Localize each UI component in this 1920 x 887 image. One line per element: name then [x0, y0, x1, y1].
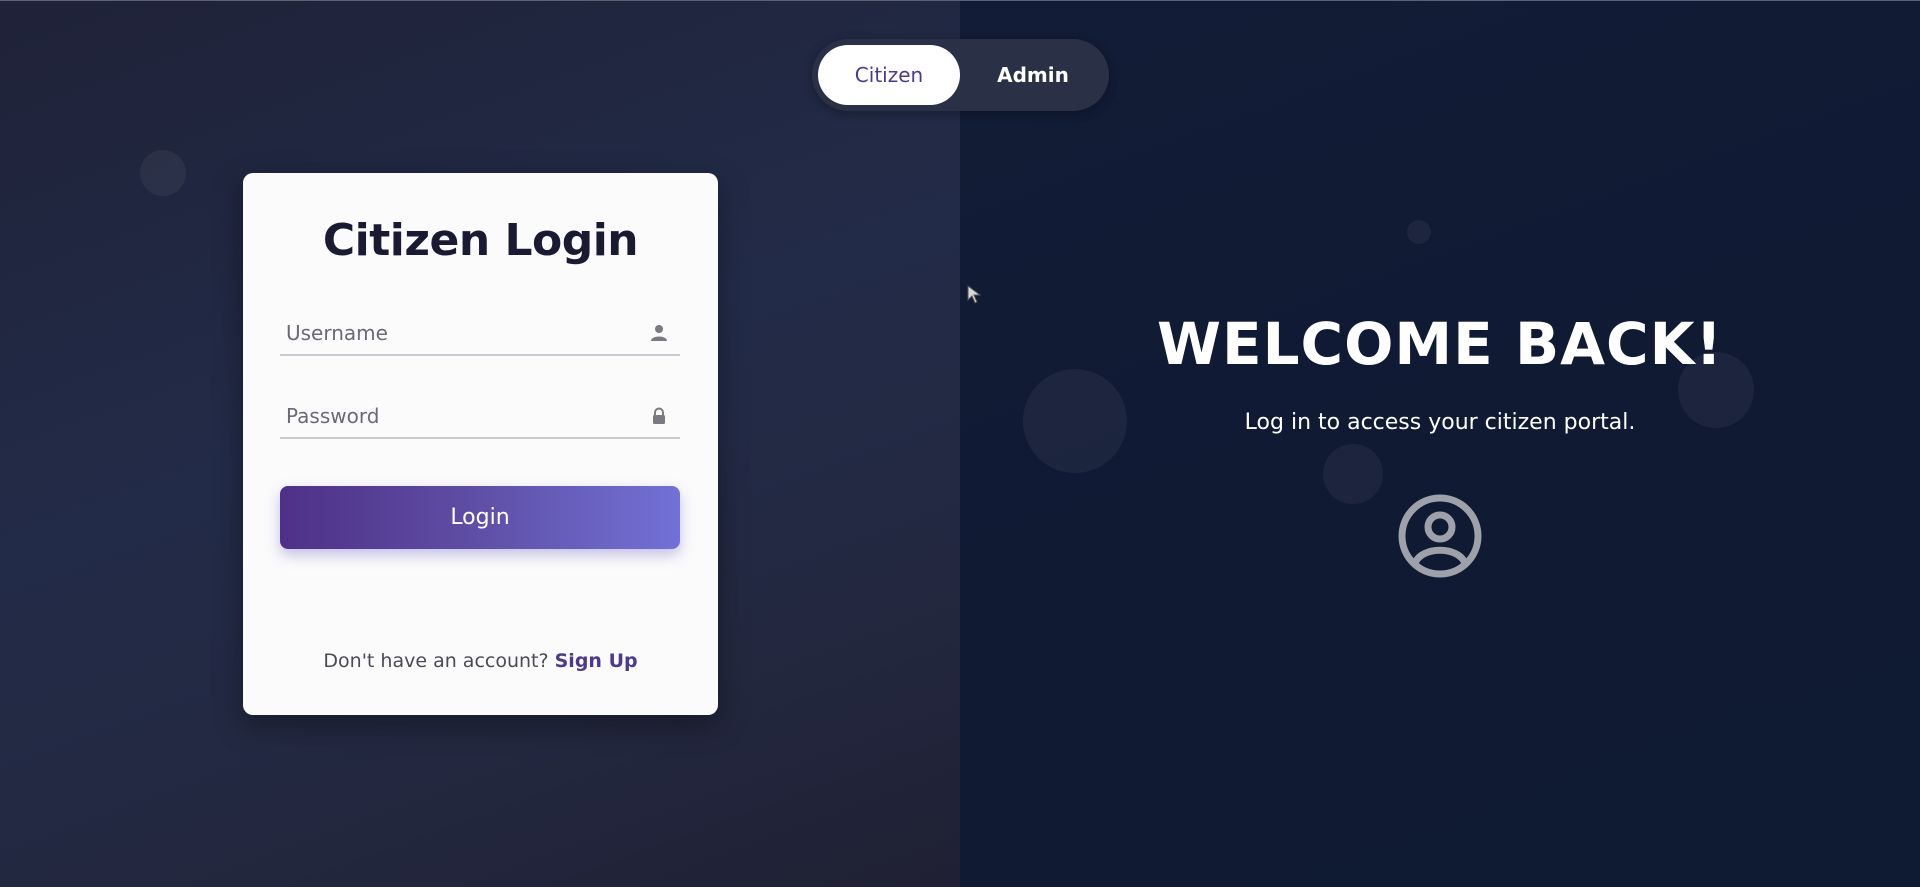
password-field	[280, 395, 680, 439]
login-title: Citizen Login	[322, 215, 639, 266]
admin-tab[interactable]: Admin	[962, 45, 1104, 105]
decorative-bubble	[140, 150, 186, 196]
user-circle-icon	[1398, 494, 1482, 578]
signup-row: Don't have an account? Sign Up	[243, 650, 718, 672]
decorative-bubble	[1407, 220, 1431, 244]
right-panel	[960, 0, 1920, 887]
login-card: Citizen Login Login Don't have an accoun…	[243, 173, 718, 715]
welcome-heading: WELCOME BACK!	[1156, 310, 1723, 378]
decorative-bubble	[1323, 444, 1383, 504]
username-input[interactable]	[280, 312, 640, 354]
welcome-subtitle: Log in to access your citizen portal.	[1244, 410, 1636, 435]
signup-link[interactable]: Sign Up	[555, 650, 638, 672]
role-toggle: Citizen Admin	[812, 39, 1109, 111]
citizen-tab[interactable]: Citizen	[818, 45, 960, 105]
user-icon	[651, 325, 667, 341]
signup-prompt: Don't have an account?	[323, 650, 549, 672]
mouse-cursor-icon	[967, 285, 982, 304]
lock-icon	[653, 407, 665, 424]
username-field	[280, 312, 680, 356]
password-input[interactable]	[280, 395, 640, 437]
login-button[interactable]: Login	[280, 486, 680, 549]
top-border	[0, 0, 1920, 1]
